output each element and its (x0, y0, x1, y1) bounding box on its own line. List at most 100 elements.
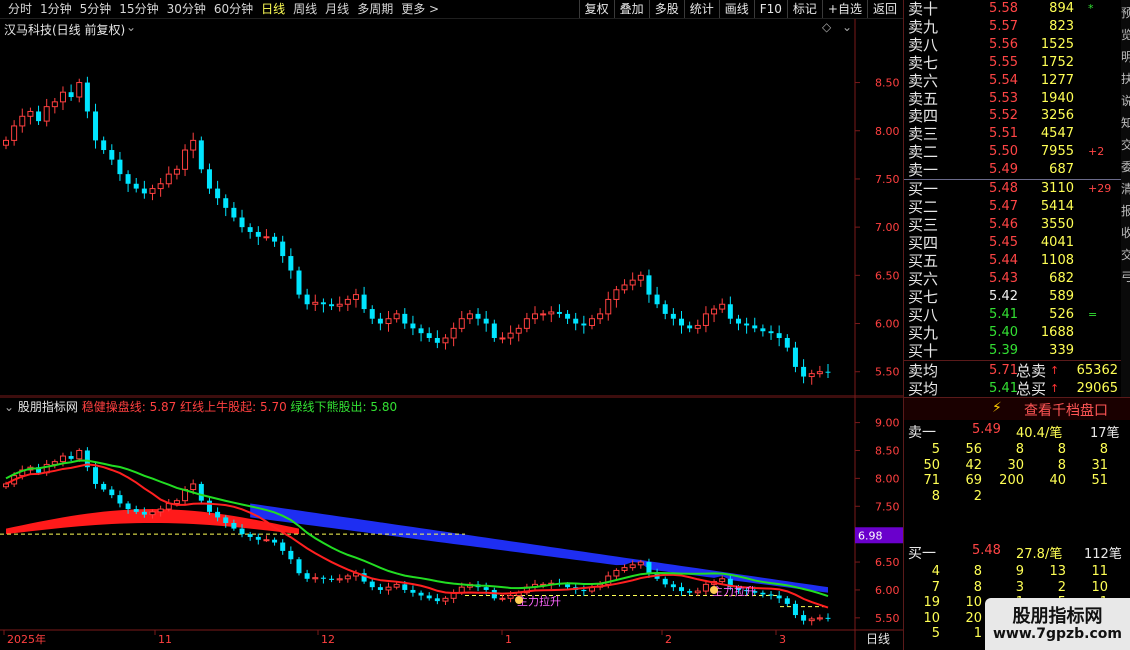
ind-candle-body (801, 615, 807, 621)
level-volume: 5414 (1040, 199, 1074, 214)
period-tab-2[interactable]: 5分钟 (76, 1, 116, 18)
orderbook-row[interactable]: 卖四 5.52 3256 (904, 107, 1122, 125)
action-button-0[interactable]: 复权 (578, 0, 614, 18)
period-tab-3[interactable]: 15分钟 (115, 1, 162, 18)
tick-cell: 8 (1057, 442, 1066, 457)
level-label: 卖三 (908, 125, 939, 144)
level-label: 买四 (908, 234, 939, 252)
main-candle-body (27, 110, 34, 117)
level-label: 买一 (908, 180, 939, 198)
main-candle-body (117, 159, 123, 175)
orderbook-row[interactable]: 买二 5.47 5414 (904, 198, 1122, 216)
action-button-4[interactable]: 画线 (718, 0, 754, 18)
orderbook-row[interactable]: 买六 5.43 682 (904, 270, 1122, 288)
level-price: 5.45 (989, 235, 1018, 250)
main-candle-body (43, 106, 50, 122)
main-y-tick-label: 7.50 (875, 173, 900, 186)
ind-candle-body (760, 592, 766, 595)
ind-candle-body (296, 559, 302, 574)
orderbook-row[interactable]: 卖九 5.57 823 (904, 18, 1122, 36)
orderbook-row[interactable]: 卖一 5.49 687 (904, 161, 1122, 179)
title-dropdown-icon[interactable]: ⌄ (126, 20, 136, 34)
orderbook-row[interactable]: 卖二 5.50 7955 +2 (904, 143, 1122, 161)
indicator-svg[interactable]: 9.008.508.007.507.006.506.005.506.98主力拉升… (0, 396, 903, 650)
main-candle-body (239, 217, 245, 228)
ind-candle-body (263, 539, 270, 542)
orderbook-row[interactable]: 买一 5.48 3110 +29 (904, 180, 1122, 198)
period-tab-8[interactable]: 月线 (321, 1, 353, 18)
orderbook-row[interactable]: 买八 5.41 526 = (904, 306, 1122, 324)
orderbook-row[interactable]: 买九 5.40 1688 (904, 324, 1122, 342)
main-candle-body (565, 313, 571, 319)
orderbook-row[interactable]: 买七 5.42 589 (904, 288, 1122, 306)
action-button-8[interactable]: 返回 (866, 0, 902, 18)
orderbook-summary-row: 买均 5.41 总买 ↑ 29065 (904, 380, 1122, 398)
main-candle-body (588, 318, 595, 326)
watermark-title: 股朋指标网 (1012, 606, 1103, 627)
orderbook-row[interactable]: 买五 5.44 1108 (904, 252, 1122, 270)
action-button-2[interactable]: 多股 (648, 0, 684, 18)
main-y-tick-label: 8.00 (875, 125, 900, 138)
main-candle-body (801, 366, 807, 377)
orderbook-row[interactable]: 卖六 5.54 1277 (904, 72, 1122, 90)
orderbook-row[interactable]: 买三 5.46 3550 (904, 216, 1122, 234)
action-button-1[interactable]: 叠加 (613, 0, 649, 18)
ind-candle-body (613, 569, 620, 577)
period-tab-1[interactable]: 1分钟 (36, 1, 76, 18)
line3-value: 绿线下熊股出: 5.80 (290, 400, 398, 414)
level-price: 5.50 (989, 144, 1018, 160)
period-tab-7[interactable]: 周线 (289, 1, 321, 18)
action-button-3[interactable]: 统计 (683, 0, 719, 18)
level-price: 5.49 (989, 162, 1018, 178)
x-tick-label: 1 (505, 633, 512, 646)
ind-candle-body (434, 598, 440, 602)
main-candle-body (76, 82, 83, 98)
orderbook-row[interactable]: 卖十 5.58 894 * (904, 0, 1122, 18)
orderbook-row[interactable]: 卖三 5.51 4547 (904, 125, 1122, 143)
indicator-chart[interactable]: 9.008.508.007.507.006.506.005.506.98主力拉升… (0, 396, 903, 650)
main-candle-body (288, 256, 294, 271)
avg-price: 5.71 (989, 363, 1018, 378)
main-candle-body (418, 328, 424, 334)
ind-candle-body (385, 586, 392, 591)
action-button-7[interactable]: +自选 (821, 0, 867, 18)
tick-cell: 9 (1015, 564, 1024, 579)
candlestick-svg[interactable]: 8.50 8.00 7.50 7.00 6.50 6.00 5.50 (0, 19, 903, 397)
level-price: 5.47 (989, 199, 1018, 214)
orderbook-row[interactable]: 买四 5.45 4041 (904, 234, 1122, 252)
orderbook-divider-2 (904, 360, 1122, 361)
action-button-6[interactable]: 标记 (786, 0, 822, 18)
tick-panel-header[interactable]: ⚡ 查看千档盘口 (904, 398, 1130, 420)
period-tab-5[interactable]: 60分钟 (210, 1, 257, 18)
hand-icon (515, 595, 523, 604)
tick-cell: 69 (965, 473, 982, 488)
main-candlestick-chart[interactable]: 8.50 8.00 7.50 7.00 6.50 6.00 5.50 汉马科技(日线 前复权… (0, 19, 903, 397)
ind-candle-body (157, 508, 164, 513)
indicator-menu-icon[interactable]: ⌄ (4, 400, 14, 414)
chevron-down-icon[interactable]: ⌄ (842, 20, 852, 34)
diamond-icon[interactable]: ◇ (822, 20, 831, 34)
main-candle-body (792, 347, 798, 367)
period-tab-10[interactable]: 更多 > (397, 1, 443, 18)
period-label[interactable]: 日线 (866, 632, 890, 646)
orderbook-row[interactable]: 卖七 5.55 1752 (904, 54, 1122, 72)
orderbook-row[interactable]: 卖八 5.56 1525 (904, 36, 1122, 54)
ind-candle-body (344, 575, 351, 580)
orderbook-row[interactable]: 卖五 5.53 1940 (904, 90, 1122, 108)
period-tab-4[interactable]: 30分钟 (163, 1, 210, 18)
period-tab-9[interactable]: 多周期 (353, 1, 397, 18)
lightning-icon: ⚡ (992, 400, 1002, 416)
total-volume: 29065 (1076, 381, 1118, 396)
action-button-5[interactable]: F10 (753, 0, 787, 18)
ind-candle-body (312, 577, 319, 580)
level-price: 5.55 (989, 54, 1018, 70)
level-volume: 1940 (1040, 90, 1074, 106)
level-price: 5.52 (989, 108, 1018, 124)
period-tab-0[interactable]: 分时 (4, 1, 36, 18)
view-depth-button[interactable]: 查看千档盘口 (1024, 400, 1108, 420)
period-tab-6[interactable]: 日线 (257, 1, 289, 18)
sell-tick-grid: 5 56 8 8 8 50 42 30 8 31 71 69 200 40 51 8 2 (904, 442, 1114, 504)
orderbook-row[interactable]: 买十 5.39 339 (904, 342, 1122, 360)
main-candle-body (548, 311, 555, 315)
main-candle-body (426, 333, 432, 338)
